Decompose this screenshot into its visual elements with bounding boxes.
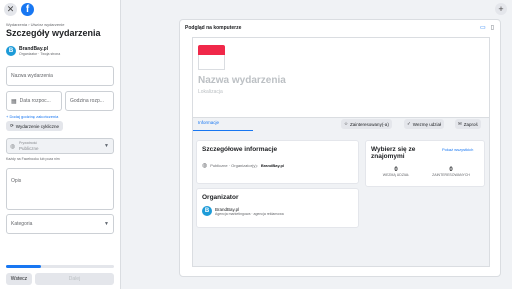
interested-stat-label: ZAINTERESOWANYCH bbox=[432, 173, 470, 177]
recurring-event-label: Wydarzenie cykliczne bbox=[15, 123, 60, 129]
invite-button[interactable]: ✉ Zaproś bbox=[455, 119, 481, 129]
star-icon: ☆ bbox=[344, 121, 349, 126]
globe-icon: ◍ bbox=[10, 144, 16, 150]
event-title: Nazwa wydarzenia bbox=[198, 75, 286, 86]
globe-icon: ◍ bbox=[202, 163, 208, 169]
event-name-input[interactable]: Nazwa wydarzenia bbox=[6, 66, 114, 86]
panel-topbar: ✕ f bbox=[4, 3, 34, 16]
desktop-icon[interactable]: ▭ bbox=[480, 24, 486, 31]
show-all-link[interactable]: Pokaż wszystkich bbox=[442, 147, 482, 153]
interested-label: Zainteresowany(-a) bbox=[350, 121, 389, 127]
event-hero: Nazwa wydarzenia Lokalizacja bbox=[193, 38, 489, 118]
preview-header: Podgląd na komputerze bbox=[185, 25, 242, 31]
interested-button[interactable]: ☆ Zainteresowany(-a) bbox=[341, 119, 392, 129]
close-icon[interactable]: ✕ bbox=[4, 3, 17, 16]
description-textarea[interactable]: Opis bbox=[6, 168, 114, 210]
chevron-down-icon: ▼ bbox=[104, 221, 109, 227]
going-button[interactable]: ✓ Wezmę udział bbox=[404, 119, 444, 129]
privacy-label: Prywatność bbox=[19, 141, 38, 145]
category-placeholder: Kategoria bbox=[11, 221, 33, 227]
details-line: ◍ Publiczne · Organizator(y): BrandBay.p… bbox=[202, 162, 284, 169]
details-title: Szczegółowe informacje bbox=[202, 146, 278, 153]
page-title: Szczegóły wydarzenia bbox=[6, 28, 101, 38]
organizer-row[interactable]: B BrandBay.pl Agencja marketingowa · age… bbox=[202, 206, 284, 216]
progress-fill bbox=[6, 265, 41, 268]
category-select[interactable]: Kategoria ▼ bbox=[6, 214, 114, 234]
friends-title: Wybierz się ze znajomymi bbox=[371, 146, 416, 160]
mobile-icon[interactable]: ▯ bbox=[491, 24, 494, 31]
device-toggle: ▭ ▯ bbox=[480, 24, 494, 31]
host-selector[interactable]: B BrandBay.pl Organizator · Twoja strona bbox=[6, 46, 60, 56]
breadcrumb[interactable]: Wydarzenia › Utwórz wydarzenie bbox=[6, 22, 64, 27]
event-location: Lokalizacja bbox=[198, 89, 223, 95]
back-button[interactable]: Wstecz bbox=[6, 273, 32, 285]
plus-icon[interactable]: + bbox=[495, 3, 507, 15]
friends-card: Wybierz się ze znajomymi Pokaż wszystkic… bbox=[365, 140, 485, 187]
privacy-value: Publiczne bbox=[19, 146, 39, 151]
organizer-link[interactable]: BrandBay.pl bbox=[261, 163, 284, 168]
calendar-icon: ▦ bbox=[11, 98, 17, 105]
repeat-icon: ⟳ bbox=[10, 123, 14, 128]
start-time-placeholder: Godzina rozp... bbox=[70, 98, 104, 104]
going-stat-label: WEZMĄ UDZIAŁ bbox=[382, 173, 410, 177]
organizer-card: Organizator B BrandBay.pl Agencja market… bbox=[196, 188, 359, 228]
host-subtitle: Organizator · Twoja strona bbox=[19, 52, 61, 56]
facebook-logo-icon[interactable]: f bbox=[21, 3, 34, 16]
tab-informacje[interactable]: Informacje bbox=[198, 120, 219, 125]
details-card: Szczegółowe informacje ◍ Publiczne · Org… bbox=[196, 140, 359, 184]
calendar-date-box bbox=[198, 55, 225, 70]
active-tab-underline bbox=[193, 130, 253, 131]
next-button[interactable]: Dalej bbox=[35, 273, 114, 285]
organizer-avatar: B bbox=[202, 206, 212, 216]
start-date-input[interactable]: ▦ Data rozpoc... bbox=[6, 91, 62, 111]
chevron-down-icon: ▼ bbox=[104, 143, 109, 149]
going-label: Wezmę udział bbox=[412, 121, 441, 127]
organizer-subtitle: Agencja marketingowa · agencja reklamowa bbox=[215, 211, 284, 216]
add-end-time-link[interactable]: + Dodaj godzinę zakończenia bbox=[6, 114, 58, 119]
details-text: Publiczne · Organizator(y): bbox=[210, 163, 258, 168]
start-time-input[interactable]: Godzina rozp... bbox=[65, 91, 114, 111]
event-name-placeholder: Nazwa wydarzenia bbox=[11, 73, 53, 79]
desktop-preview: Podgląd na komputerze ▭ ▯ Nazwa wydarzen… bbox=[179, 19, 501, 277]
recurring-event-button[interactable]: ⟳ Wydarzenie cykliczne bbox=[6, 121, 64, 131]
create-event-panel: ✕ f Wydarzenia › Utwórz wydarzenie Szcze… bbox=[0, 0, 121, 289]
calendar-date-icon bbox=[198, 45, 225, 55]
invite-label: Zaproś bbox=[463, 121, 478, 127]
check-icon: ✓ bbox=[407, 121, 411, 126]
privacy-select[interactable]: ◍ Prywatność Publiczne ▼ bbox=[6, 138, 114, 154]
progress-bar bbox=[6, 265, 114, 268]
going-stat: 0 WEZMĄ UDZIAŁ bbox=[371, 167, 421, 177]
start-date-placeholder: Data rozpoc... bbox=[19, 98, 51, 104]
organizer-title: Organizator bbox=[202, 194, 239, 201]
description-placeholder: Opis bbox=[11, 178, 22, 184]
envelope-icon: ✉ bbox=[458, 121, 462, 126]
host-avatar: B bbox=[6, 46, 16, 56]
interested-stat: 0 ZAINTERESOWANYCH bbox=[426, 167, 476, 177]
event-preview: Nazwa wydarzenia Lokalizacja Informacje … bbox=[192, 37, 490, 267]
privacy-hint: Każdy na Facebooku lub poza nim bbox=[6, 157, 60, 161]
